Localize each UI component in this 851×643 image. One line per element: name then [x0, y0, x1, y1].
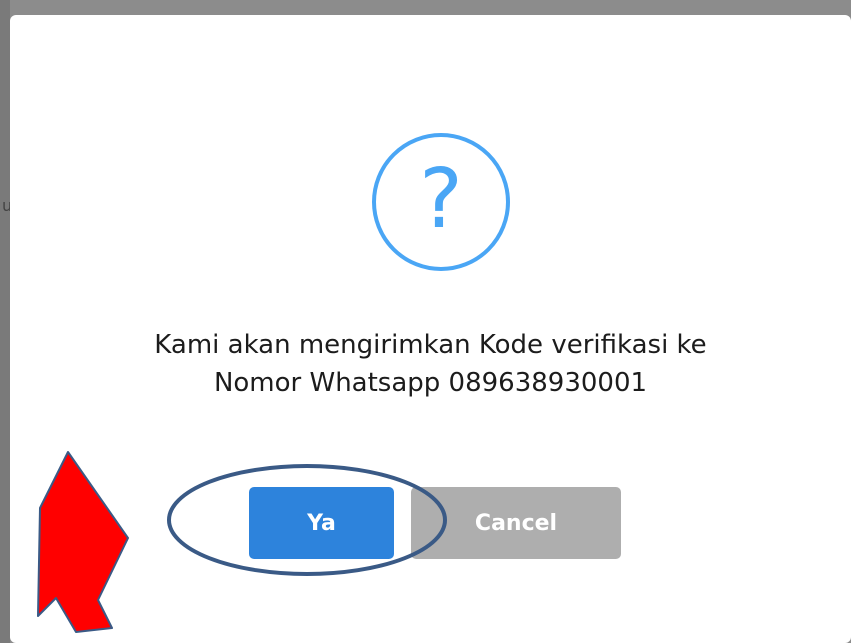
dialog-message: Kami akan mengirimkan Kode verifikasi ke…	[10, 326, 851, 402]
confirm-button[interactable]: Ya	[249, 487, 394, 559]
question-circle-icon: ?	[372, 133, 510, 271]
message-line-2: Nomor Whatsapp 089638930001	[213, 368, 648, 398]
page-backdrop	[0, 0, 10, 643]
confirmation-dialog: ? Kami akan mengirimkan Kode verifikasi …	[10, 15, 851, 643]
question-mark-glyph: ?	[419, 152, 463, 247]
message-line-1: Kami akan mengirimkan Kode verifikasi ke	[154, 330, 707, 360]
cancel-button[interactable]: Cancel	[411, 487, 621, 559]
